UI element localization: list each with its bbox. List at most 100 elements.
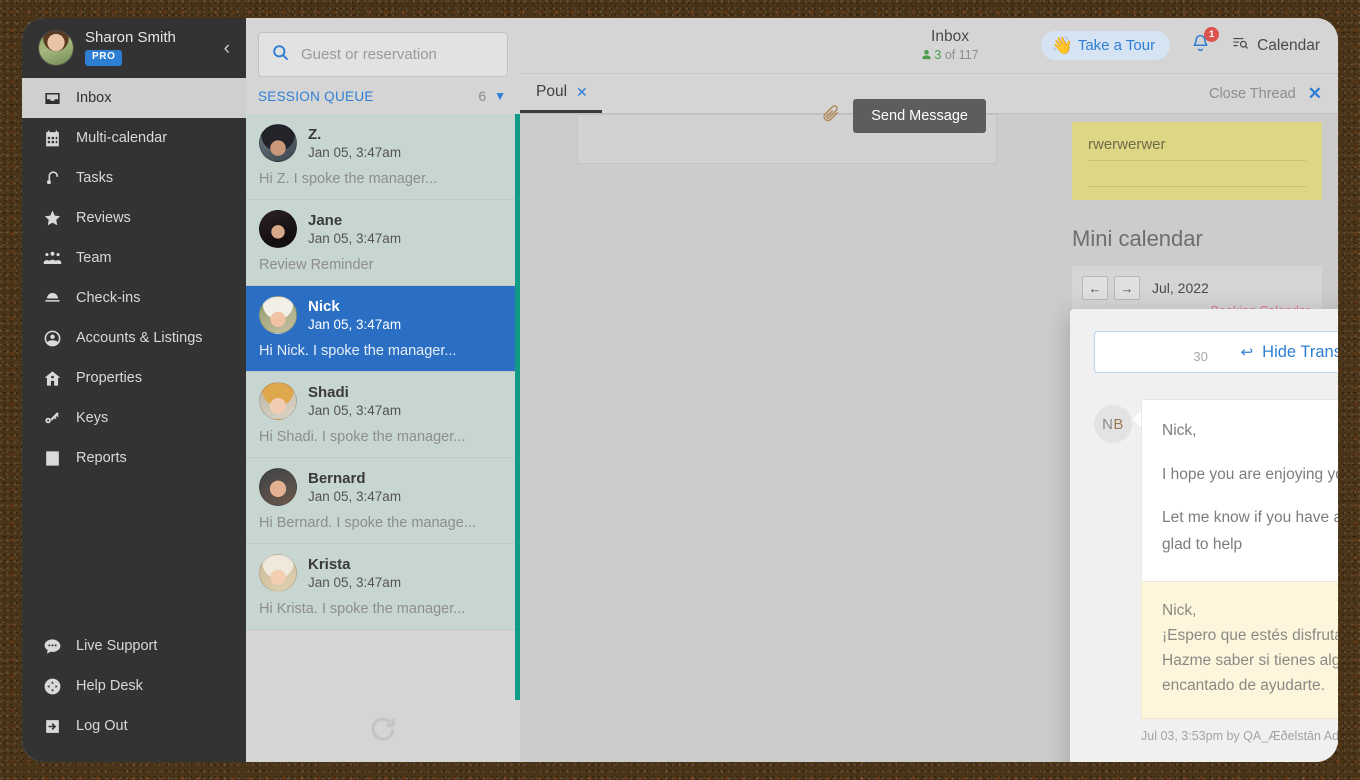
chevron-left-icon[interactable]: ‹ [222,35,232,62]
queue-footer [246,700,520,762]
sidebar-item-reviews[interactable]: Reviews [22,198,246,238]
person-icon [921,48,934,62]
sidebar-item-label: Live Support [76,638,158,654]
list-item-head: Z. Jan 05, 3:47am [259,124,506,162]
close-icon[interactable]: ✕ [576,84,588,101]
translation-modal: ↩ Hide Translation NB Nick, I hope you a… [1070,309,1338,762]
inbox-icon [42,88,62,108]
paperclip-icon[interactable] [821,104,841,129]
list-item-time: Jan 05, 3:47am [308,574,402,590]
calendar-button[interactable]: Calendar [1231,35,1320,57]
sidebar-item-label: Accounts & Listings [76,330,203,346]
inbox-label: Inbox [931,28,969,46]
list-item-selected[interactable]: Nick Jan 05, 3:47am Hi Nick. I spoke the… [246,286,520,372]
sidebar-bottom-nav: Live Support Help Desk Log Out [22,626,246,762]
main-column: Inbox 3 of 117 👋 Take a Tour 1 Calendar … [520,18,1338,762]
message-block: NB Nick, I hope you are enjoying your st… [1094,399,1338,743]
sidebar-item-label: Inbox [76,90,112,106]
sidebar-user-name: Sharon Smith [85,29,176,47]
list-item-head: Jane Jan 05, 3:47am [259,210,506,248]
note-card[interactable]: rwerwerwer [1072,122,1322,200]
list-item-head: Bernard Jan 05, 3:47am [259,468,506,506]
avatar [259,296,297,334]
star-icon [42,208,62,228]
refresh-icon[interactable] [368,714,398,749]
take-a-tour-button[interactable]: 👋 Take a Tour [1040,31,1171,60]
list-item-name: Shadi [308,383,349,401]
notifications-button[interactable]: 1 [1188,26,1220,61]
arrow-right-icon[interactable]: → [1114,276,1140,300]
avatar-initial-2: B [1113,415,1124,433]
list-item-name: Nick [308,297,340,315]
sidebar-item-reports[interactable]: Reports [22,438,246,478]
sidebar-item-multi-calendar[interactable]: Multi-calendar [22,118,246,158]
arrow-left-icon[interactable]: ← [1082,276,1108,300]
sidebar-user-meta: Sharon Smith PRO [85,29,211,66]
note-text: rwerwerwer [1088,136,1306,161]
sidebar-item-log-out[interactable]: Log Out [22,706,246,746]
people-icon [42,248,62,268]
notification-badge: 1 [1204,26,1220,42]
list-item-time: Jan 05, 3:47am [308,316,402,332]
close-icon[interactable]: ✕ [1308,84,1322,104]
home-icon [42,368,62,388]
session-queue-list: Z. Jan 05, 3:47am Hi Z. I spoke the mana… [246,114,520,700]
sidebar-item-keys[interactable]: Keys [22,398,246,438]
undo-arrow-icon: ↩ [1240,344,1254,361]
list-item[interactable]: Bernard Jan 05, 3:47am Hi Bernard. I spo… [246,458,520,544]
bar-chart-icon [42,448,62,468]
sidebar-item-help-desk[interactable]: Help Desk [22,666,246,706]
hide-translation-button[interactable]: ↩ Hide Translation [1094,331,1338,373]
sidebar-item-inbox[interactable]: Inbox [22,78,246,118]
close-thread-button[interactable]: Close Thread ✕ [1209,74,1338,113]
tab-poul[interactable]: Poul ✕ [520,74,602,113]
list-item-meta: Krista Jan 05, 3:47am [308,555,401,591]
notification-bell-icon [1190,34,1211,58]
search-icon [271,43,290,67]
avatar [259,124,297,162]
sidebar-item-check-ins[interactable]: Check-ins [22,278,246,318]
sidebar: Sharon Smith PRO ‹ Inbox Multi-calendar … [22,18,246,762]
sidebar-item-label: Reviews [76,210,131,226]
sidebar-item-live-support[interactable]: Live Support [22,626,246,666]
sidebar-item-tasks[interactable]: Tasks [22,158,246,198]
list-item[interactable]: Shadi Jan 05, 3:47am Hi Shadi. I spoke t… [246,372,520,458]
search-input[interactable] [301,46,495,63]
inbox-counter: 3 of 117 [921,48,979,63]
list-item[interactable]: Jane Jan 05, 3:47am Review Reminder [246,200,520,286]
close-thread-label: Close Thread [1208,85,1296,102]
sidebar-user-row[interactable]: Sharon Smith PRO ‹ [22,18,246,78]
sidebar-item-label: Reports [76,450,127,466]
inbox-count-total: of 117 [944,48,979,63]
message-composer[interactable]: Send Message [577,99,997,164]
session-queue-panel: SESSION QUEUE 6 ▼ Z. Jan 05, 3:47am Hi Z… [246,18,520,762]
list-item-time: Jan 05, 3:47am [308,144,402,160]
calendar-search-icon [1231,35,1250,57]
list-item[interactable]: Krista Jan 05, 3:47am Hi Krista. I spoke… [246,544,520,630]
sidebar-item-properties[interactable]: Properties [22,358,246,398]
list-item-preview: Hi Shadi. I spoke the manager... [259,429,466,445]
note-divider [1088,161,1306,187]
sidebar-item-accounts-listings[interactable]: Accounts & Listings [22,318,246,358]
chevron-down-icon[interactable]: ▼ [494,90,506,102]
session-queue-title: SESSION QUEUE [258,88,374,104]
search-area [246,18,520,86]
session-queue-header[interactable]: SESSION QUEUE 6 ▼ [246,86,520,114]
mini-calendar-nav: ← → Jul, 2022 [1082,276,1312,300]
calendar-label: Calendar [1257,36,1320,54]
user-circle-icon [42,328,62,348]
inbox-count-current: 3 [934,48,942,63]
send-message-button[interactable]: Send Message [853,99,986,133]
chat-bubble-icon [42,636,62,656]
sidebar-item-team[interactable]: Team [22,238,246,278]
message-bubble-original: Nick, I hope you are enjoying your stay!… [1141,399,1338,582]
tasks-icon [42,168,62,188]
sidebar-item-label: Check-ins [76,290,141,306]
sidebar-nav: Inbox Multi-calendar Tasks Reviews Team [22,78,246,478]
list-item[interactable]: Z. Jan 05, 3:47am Hi Z. I spoke the mana… [246,114,520,200]
app-window: Sharon Smith PRO ‹ Inbox Multi-calendar … [22,18,1338,762]
avatar [259,554,297,592]
message-line: I hope you are enjoying your stay! [1162,465,1338,483]
search-box[interactable] [258,32,508,77]
key-icon [42,408,62,428]
